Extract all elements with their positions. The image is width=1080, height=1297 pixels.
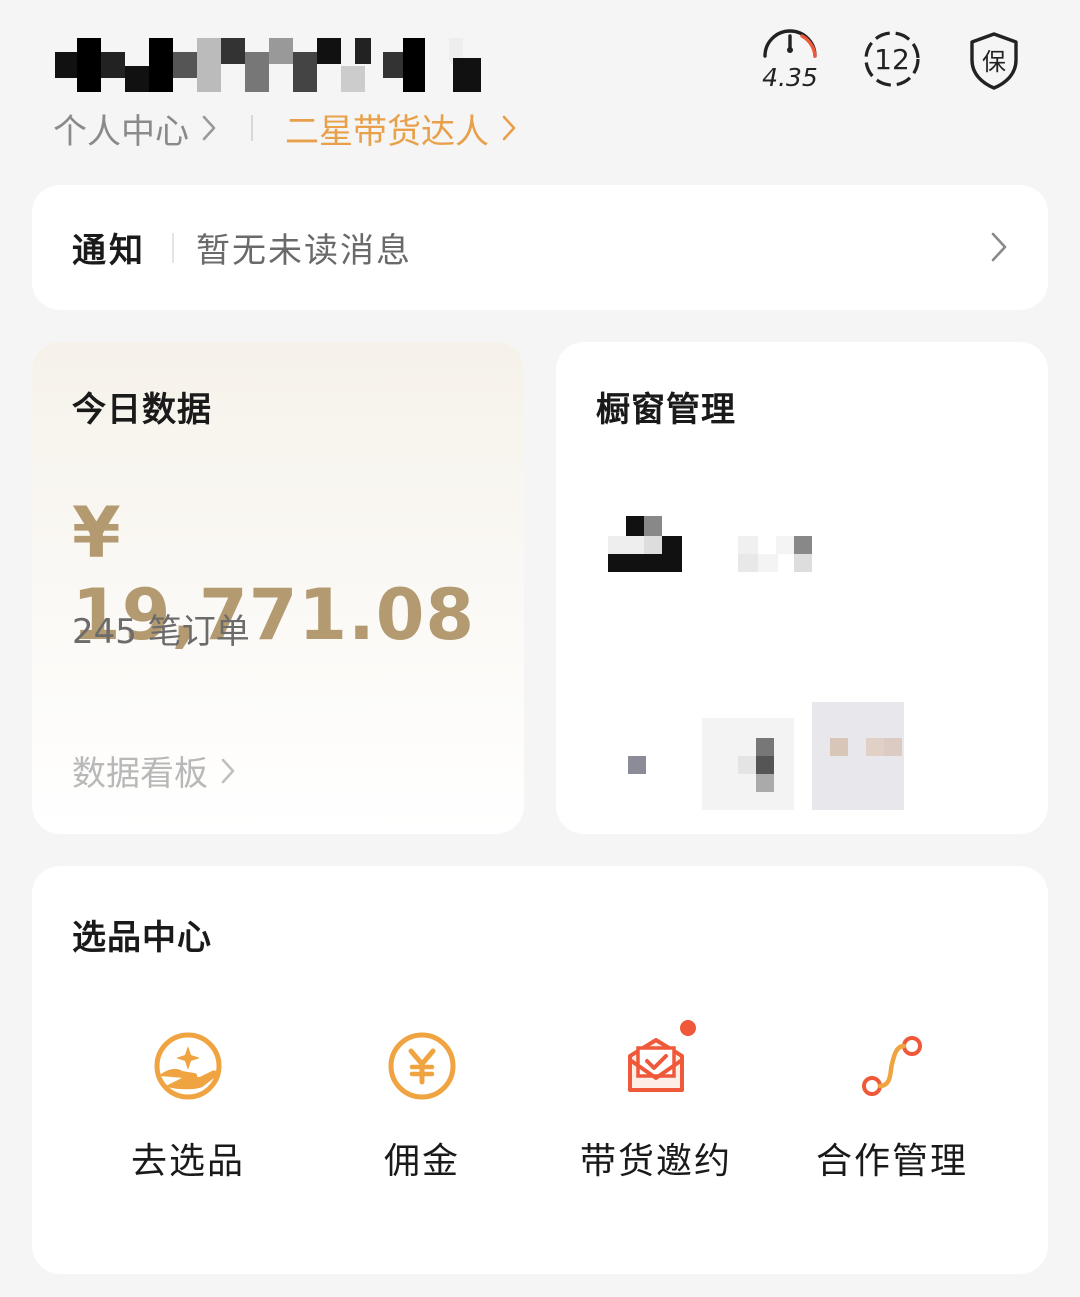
badge-count-value: 12 [874,43,910,76]
speedometer-icon: 4.35 [762,29,818,92]
divider [172,232,174,263]
redacted-product-thumbnails [616,702,916,812]
username-redacted [55,38,481,92]
chevron-right-icon [990,231,1008,267]
collaboration-path-icon [852,1026,932,1106]
profile-header: 个人中心 二星带货达人 4.35 12 保 [0,0,1080,170]
go-select-products-label: 去选品 [130,1141,245,1182]
data-board-link[interactable]: 数据看板 [72,746,236,795]
header-links: 个人中心 二星带货达人 [53,104,517,152]
redacted-product-info [608,516,868,576]
personal-center-label: 个人中心 [53,111,189,152]
today-data-title: 今日数据 [72,390,212,430]
collaboration-management-button[interactable]: 合作管理 [772,1026,1012,1184]
header-icons: 4.35 12 保 [759,26,1025,92]
hand-star-icon [148,1026,228,1106]
guarantee-label: 保 [982,48,1006,76]
unread-dot [678,1018,698,1038]
badge-count-icon: 12 [864,31,920,87]
today-data-card[interactable]: 今日数据 ¥ 19,771.08 245 笔订单 数据看板 [32,342,524,834]
sales-invitation-button[interactable]: 带货邀约 [536,1018,776,1184]
notification-title: 通知 [72,231,146,271]
sales-invitation-label: 带货邀约 [579,1141,732,1182]
collaboration-management-label: 合作管理 [815,1141,968,1182]
commission-label: 佣金 [383,1141,460,1182]
notification-bar[interactable]: 通知 暂无未读消息 [32,185,1048,310]
chevron-right-icon [220,757,236,785]
showcase-management-card[interactable]: 橱窗管理 [556,342,1048,834]
notification-text: 暂无未读消息 [196,231,412,271]
shield-icon: 保 [970,32,1018,90]
personal-center-link[interactable]: 个人中心 [53,104,217,153]
invite-envelope-icon [616,1018,698,1106]
commission-button[interactable]: 佣金 [302,1026,542,1184]
divider [251,115,253,141]
showcase-management-title: 橱窗管理 [596,390,736,430]
today-order-count: 245 笔订单 [72,612,250,652]
creator-level-label: 二星带货达人 [285,111,489,152]
score-value: 4.35 [762,63,818,92]
score-gauge-button[interactable]: 4.35 [759,26,821,92]
data-board-label: 数据看板 [72,754,208,794]
badge-count-button[interactable]: 12 [861,26,923,92]
selection-center-title: 选品中心 [72,918,212,958]
go-select-products-button[interactable]: 去选品 [68,1026,308,1184]
chevron-right-icon [201,114,217,142]
selection-actions: 去选品 佣金 带货邀约 合作管理 [32,1018,1048,1186]
yen-coin-icon [382,1026,462,1106]
chevron-right-icon [501,114,517,142]
creator-level-link[interactable]: 二星带货达人 [285,104,517,153]
guarantee-button[interactable]: 保 [963,26,1025,92]
app-page: 个人中心 二星带货达人 4.35 12 保 通知 暂无未读消息 今日数据 ¥ 1… [0,0,1080,1297]
selection-center-card: 选品中心 去选品 佣金 带货邀约 合作管理 [32,866,1048,1274]
